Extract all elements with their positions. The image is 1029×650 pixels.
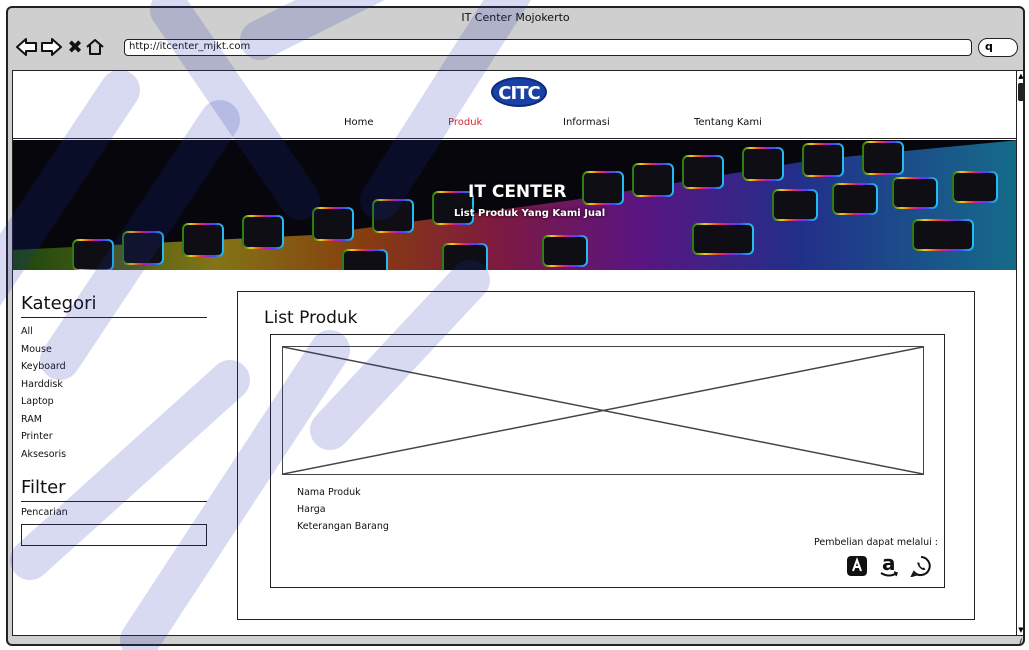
scroll-up-icon[interactable]: ▲: [1017, 71, 1023, 81]
product-card[interactable]: Nama Produk Harga Keterangan Barang Pemb…: [270, 334, 945, 588]
category-all[interactable]: All: [21, 323, 211, 341]
stop-icon[interactable]: ✖: [64, 36, 86, 58]
whatsapp-icon[interactable]: [910, 555, 932, 577]
sidebar: Kategori All Mouse Keyboard Harddisk Lap…: [21, 293, 211, 546]
category-laptop[interactable]: Laptop: [21, 393, 211, 411]
svg-text:a: a: [882, 554, 896, 575]
nav-produk[interactable]: Produk: [448, 117, 482, 128]
kategori-heading: Kategori: [21, 293, 97, 314]
site-logo[interactable]: CITC: [491, 77, 547, 107]
window-title: IT Center Mojokerto: [461, 11, 570, 24]
search-label: Pencarian: [21, 507, 68, 518]
category-keyboard[interactable]: Keyboard: [21, 358, 211, 376]
nav-informasi[interactable]: Informasi: [563, 117, 610, 128]
product-list-panel: List Produk Nama Produk Harga Keterangan…: [237, 291, 975, 620]
back-arrow-icon[interactable]: [16, 36, 38, 58]
banner-subtitle: List Produk Yang Kami Jual: [454, 208, 606, 219]
hero-banner: IT CENTER List Produk Yang Kami Jual: [13, 140, 1017, 270]
category-printer[interactable]: Printer: [21, 428, 211, 446]
category-ram[interactable]: RAM: [21, 411, 211, 429]
category-mouse[interactable]: Mouse: [21, 341, 211, 359]
banner-title: IT CENTER: [468, 182, 567, 202]
amazon-icon[interactable]: a: [878, 554, 900, 577]
home-icon[interactable]: [84, 36, 106, 58]
page-viewport: CITC Home Produk Informasi Tentang Kami: [12, 70, 1018, 636]
forward-arrow-icon[interactable]: [40, 36, 62, 58]
divider: [21, 317, 207, 318]
search-icon: q: [985, 40, 993, 53]
scrollbar-thumb[interactable]: [1018, 83, 1023, 101]
search-input[interactable]: [21, 524, 207, 546]
status-bar: //: [8, 638, 1023, 644]
scroll-down-icon[interactable]: ▼: [1017, 625, 1023, 635]
browser-window: IT Center Mojokerto ✖ http://itcenter_mj…: [6, 6, 1025, 646]
browser-search-button[interactable]: q: [978, 38, 1018, 57]
filter-heading: Filter: [21, 477, 66, 498]
purchase-via-label: Pembelian dapat melalui :: [813, 537, 938, 548]
product-name: Nama Produk: [297, 487, 361, 498]
category-aksesoris[interactable]: Aksesoris: [21, 446, 211, 464]
product-description: Keterangan Barang: [297, 521, 389, 532]
resize-grip-icon[interactable]: //: [1019, 638, 1023, 644]
category-harddisk[interactable]: Harddisk: [21, 376, 211, 394]
site-header: CITC Home Produk Informasi Tentang Kami: [13, 71, 1017, 139]
product-list-title: List Produk: [264, 308, 358, 328]
divider: [21, 501, 207, 502]
url-input[interactable]: http://itcenter_mjkt.com: [124, 39, 972, 56]
product-image-placeholder: [282, 346, 924, 475]
purchase-channels: a: [846, 554, 932, 577]
product-price: Harga: [297, 504, 326, 515]
browser-toolbar: ✖ http://itcenter_mjkt.com q: [8, 30, 1023, 66]
nav-tentang-kami[interactable]: Tentang Kami: [694, 117, 762, 128]
app-store-icon[interactable]: [846, 555, 868, 577]
keyboard-image: [13, 140, 1017, 270]
nav-home[interactable]: Home: [344, 117, 374, 128]
vertical-scrollbar[interactable]: ▲ ▼: [1016, 70, 1023, 636]
